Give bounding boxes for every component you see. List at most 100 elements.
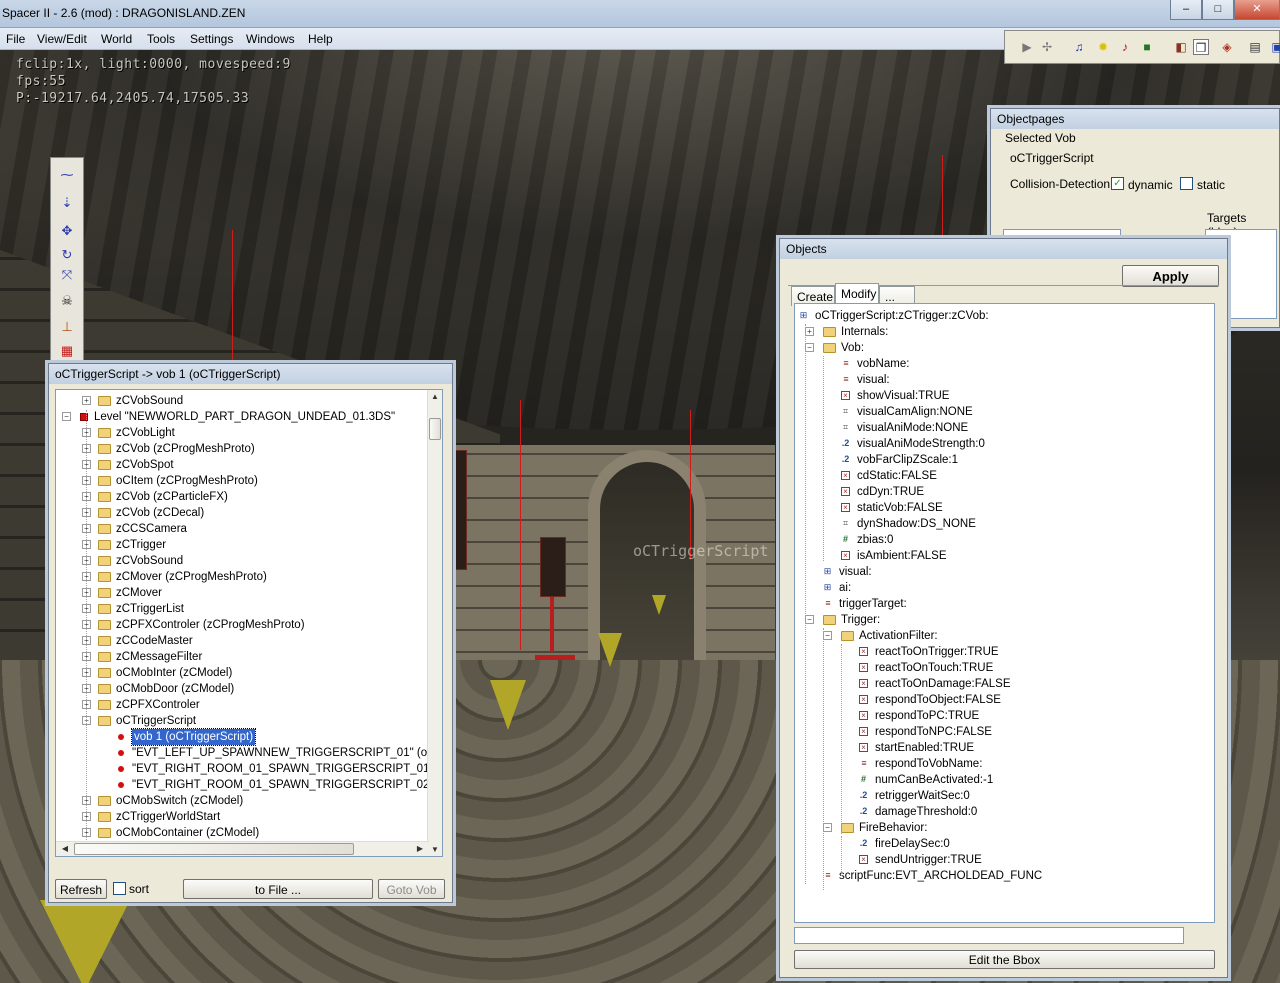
property-row[interactable]: ≡ vobName: [795,356,1214,372]
scroll-left-icon[interactable]: ◀ [58,844,72,853]
property-row[interactable]: .2 fireDelaySec:0 [795,836,1214,852]
property-row[interactable]: ⌗ visualCamAlign:NONE [795,404,1214,420]
vob-class-folder[interactable]: + zCVob (zCParticleFX) [56,489,428,505]
scroll-thumb[interactable] [429,418,441,440]
property-row[interactable]: ≡ triggerTarget: [795,596,1214,612]
expand-icon[interactable]: + [82,396,91,405]
property-row[interactable]: ⊞ visual: [795,564,1214,580]
property-row[interactable]: × respondToPC:TRUE [795,708,1214,724]
vob-class-folder[interactable]: + zCVob (zCDecal) [56,505,428,521]
property-tree[interactable]: ⊞ oCTriggerScript:zCTrigger:zCVob: + Intern… [794,303,1215,923]
vob-class-folder[interactable]: − Level "NEWWORLD_PART_DRAGON_UNDEAD_01.3… [56,409,428,425]
eye-icon[interactable]: ⁓ [58,166,76,184]
property-row[interactable]: .2 damageThreshold:0 [795,804,1214,820]
property-row[interactable]: .2 retriggerWaitSec:0 [795,788,1214,804]
property-row[interactable]: .2 vobFarClipZScale:1 [795,452,1214,468]
property-row[interactable]: × isAmbient:FALSE [795,548,1214,564]
static-checkbox[interactable]: ✓ [1180,177,1193,190]
light-icon[interactable]: ✹ [1095,39,1111,55]
property-row[interactable]: × reactToOnTrigger:TRUE [795,644,1214,660]
anchor-icon[interactable]: ⊥ [58,318,76,336]
expand-icon[interactable]: − [62,412,71,421]
property-row[interactable]: × cdDyn:TRUE [795,484,1214,500]
refresh-button[interactable]: Refresh [55,879,107,899]
vob-class-folder[interactable]: + zCMessageFilter [56,649,428,665]
move-icon[interactable]: ✢ [1039,39,1055,55]
property-row[interactable]: ⌗ visualAniMode:NONE [795,420,1214,436]
vob-class-folder[interactable]: + zCTriggerWorldStart [56,809,428,825]
property-row[interactable]: − FireBehavior: [795,820,1214,836]
property-row[interactable]: × sendUntrigger:TRUE [795,852,1214,868]
property-row[interactable]: ≡ respondToVobName: [795,756,1214,772]
property-row[interactable]: × staticVob:FALSE [795,500,1214,516]
property-row[interactable]: × reactToOnTouch:TRUE [795,660,1214,676]
vob-class-folder[interactable]: + oCMobContainer (zCModel) [56,825,428,841]
property-row[interactable]: .2 visualAniModeStrength:0 [795,436,1214,452]
menu-world[interactable]: World [101,32,132,46]
special-icon[interactable]: ▦ [58,342,76,360]
vob-class-folder[interactable]: + oCMobSwitch (zCModel) [56,793,428,809]
hscroll-thumb[interactable] [74,843,354,855]
minimize-button[interactable]: – [1170,0,1202,20]
to-file-button[interactable]: to File ... [183,879,373,899]
scroll-down-icon[interactable]: ▼ [428,845,442,854]
property-row[interactable]: × cdStatic:FALSE [795,468,1214,484]
property-row[interactable]: × showVisual:TRUE [795,388,1214,404]
property-row[interactable]: × respondToObject:FALSE [795,692,1214,708]
vertical-scrollbar[interactable]: ▲ ▼ [427,390,442,856]
vob-class-folder[interactable]: + oCItem (zCProgMeshProto) [56,473,428,489]
apply-button[interactable]: Apply [1122,265,1219,287]
vob-class-folder[interactable]: + oCMobInter (zCModel) [56,665,428,681]
property-row[interactable]: − ActivationFilter: [795,628,1214,644]
vob-class-folder[interactable]: + zCVob (zCProgMeshProto) [56,441,428,457]
property-row[interactable]: + Internals: [795,324,1214,340]
window-icon[interactable]: ▣ [1269,39,1280,55]
vob-class-folder[interactable]: + oCMobDoor (zCModel) [56,681,428,697]
vob-class-folder[interactable]: + zCMover [56,585,428,601]
property-row[interactable]: × respondToNPC:FALSE [795,724,1214,740]
vob-item[interactable]: "EVT_RIGHT_ROOM_01_SPAWN_TRIGGERSCRIPT_0… [56,777,442,793]
value-edit-field[interactable] [794,927,1184,944]
menu-help[interactable]: Help [308,32,333,46]
property-row[interactable]: ≡ scriptFunc:EVT_ARCHOLDEAD_FUNC [795,868,1214,884]
property-row[interactable]: × startEnabled:TRUE [795,740,1214,756]
scroll-up-icon[interactable]: ▲ [428,392,442,401]
vob-item[interactable]: "EVT_RIGHT_ROOM_01_SPAWN_TRIGGERSCRIPT_0… [56,761,442,777]
camera-icon[interactable]: ■ [1139,39,1155,55]
rotate-icon[interactable]: ↻ [58,246,76,264]
expand-icon[interactable]: − [805,615,814,624]
property-row[interactable]: ⌗ dynShadow:DS_NONE [795,516,1214,532]
expand-icon[interactable]: − [823,631,832,640]
vob-class-folder[interactable]: + zCTrigger [56,537,428,553]
property-row[interactable]: ≡ visual: [795,372,1214,388]
grid-icon[interactable]: ▤ [1247,39,1263,55]
vob-class-folder[interactable]: + zCVobSpot [56,457,428,473]
vob-class-folder[interactable]: + zCVobSound [56,393,428,409]
horizontal-scrollbar[interactable]: ◀ ▶ [56,841,429,856]
skull-icon[interactable]: ☠ [58,292,76,310]
property-row[interactable]: # zbias:0 [795,532,1214,548]
move-cross-icon[interactable]: ✥ [58,222,76,240]
music-icon[interactable]: ♫ [1071,39,1087,55]
vob-class-folder[interactable]: + zCPFXControler [56,697,428,713]
maximize-button[interactable]: □ [1202,0,1234,20]
property-row[interactable]: × reactToOnDamage:FALSE [795,676,1214,692]
scroll-right-icon[interactable]: ▶ [413,844,427,853]
dynamic-checkbox[interactable]: ✓ [1111,177,1124,190]
menu-view-edit[interactable]: View/Edit [37,32,87,46]
cubes-icon[interactable]: ❐ [1193,39,1209,55]
property-row[interactable]: − Vob: [795,340,1214,356]
menu-tools[interactable]: Tools [147,32,175,46]
property-row[interactable]: # numCanBeActivated:-1 [795,772,1214,788]
arrow-up-icon[interactable]: ⇣ [58,194,76,212]
box-icon[interactable]: ◧ [1173,39,1189,55]
vob-class-folder[interactable]: + zCTriggerList [56,601,428,617]
menu-file[interactable]: File [6,32,25,46]
vob-class-folder[interactable]: − oCTriggerScript [56,713,428,729]
vob-class-folder[interactable]: + zCMover (zCProgMeshProto) [56,569,428,585]
close-button[interactable]: ✕ [1234,0,1280,20]
scale-icon[interactable]: ⤧ [58,266,76,284]
expand-icon[interactable]: − [805,343,814,352]
vob-class-folder[interactable]: + zCCSCamera [56,521,428,537]
vob-item[interactable]: vob 1 (oCTriggerScript) [56,728,428,746]
